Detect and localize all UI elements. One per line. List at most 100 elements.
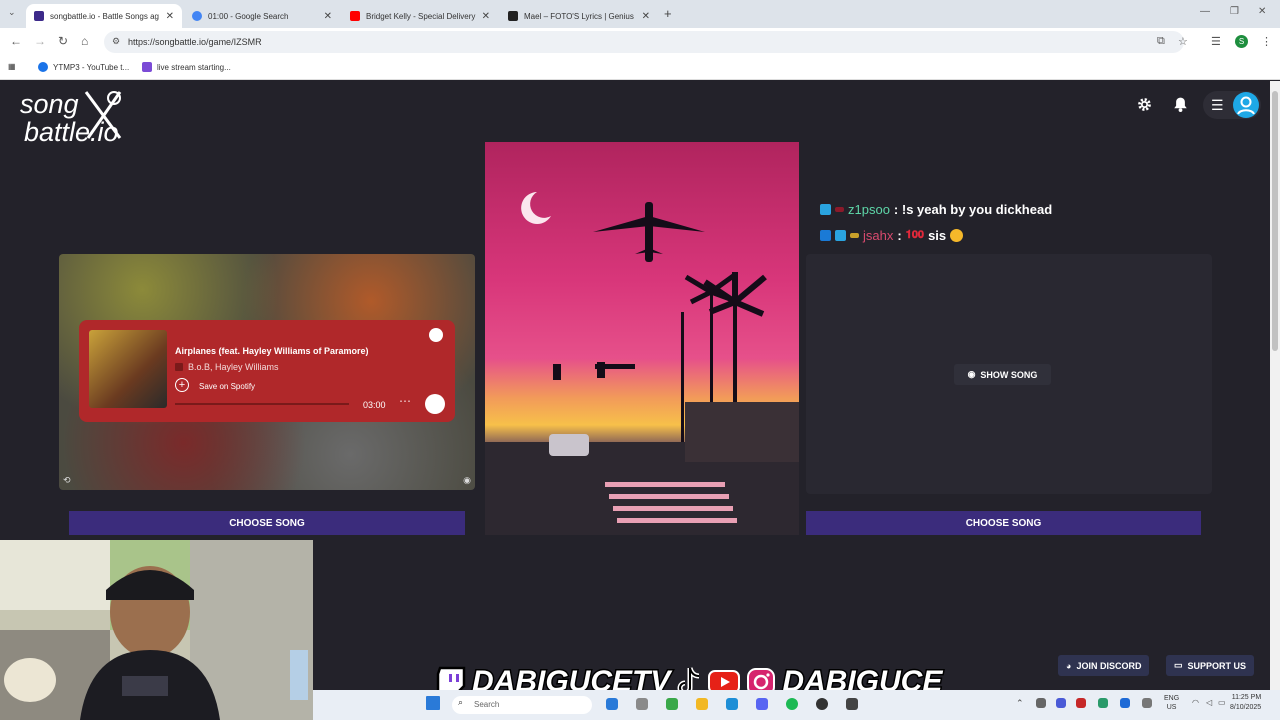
chat-username[interactable]: jsahx [863,228,893,243]
close-tab-icon[interactable]: ✕ [482,11,490,22]
bookmark-label: live stream starting... [157,62,231,72]
tab-genius[interactable]: Mael – FOTO'S Lyrics | Genius Ly ✕ [500,4,658,28]
folder-icon[interactable] [696,698,708,710]
taskbar-app-icon[interactable] [666,698,678,710]
tray-icon[interactable] [1142,698,1152,708]
install-app-icon[interactable]: ⧉ [1157,35,1165,48]
discord-app-icon[interactable] [756,698,768,710]
settings-gear-icon[interactable] [1136,96,1153,113]
tray-overflow-icon[interactable]: ⌃ [1016,698,1024,709]
close-window-icon[interactable]: ✕ [1258,6,1266,17]
hundred-emoji-icon: 𝟏𝟎𝟎 [905,229,925,241]
battery-icon[interactable]: ▭ [1218,698,1226,707]
songbattle-favicon-icon [34,11,44,21]
tab-title: Bridget Kelly - Special Delivery [366,11,476,21]
back-icon[interactable]: ← [10,34,22,48]
profile-avatar[interactable]: S [1235,35,1248,48]
support-us-button[interactable]: ▭ SUPPORT US [1166,655,1255,676]
live-stream-icon [142,62,152,72]
left-song-card: Airplanes (feat. Hayley Williams of Para… [59,254,475,490]
minimize-icon[interactable]: — [1200,6,1210,17]
track-title[interactable]: Airplanes (feat. Hayley Williams of Para… [175,346,369,356]
tray-icon[interactable] [1056,698,1066,708]
chat-badge-icon [820,230,831,241]
browser-menu-icon[interactable]: ⋮ [1261,35,1272,48]
notifications-bell-icon[interactable] [1173,96,1188,113]
taskbar-app-icon[interactable] [636,698,648,710]
chat-text: : !s yeah by you dickhead [893,202,1053,217]
site-info-icon[interactable]: ⚙ [112,36,120,47]
taskbar-search-placeholder: Search [474,700,500,709]
volume-icon[interactable]: ◁ [1206,698,1212,707]
spotify-app-icon[interactable] [786,698,798,710]
progress-bar[interactable] [175,403,349,405]
forward-icon[interactable]: → [34,34,46,48]
chat-badge-icon [850,233,859,238]
obs-icon[interactable] [816,698,828,710]
screen: ⌄ songbattle.io - Battle Songs ag ✕ 01:0… [0,0,1280,720]
bookmark-live-stream[interactable]: live stream starting... [142,62,231,72]
apps-grid-icon[interactable]: ▦ [8,62,16,71]
wifi-icon[interactable]: ◠ [1192,698,1199,707]
songbattle-logo[interactable]: song battle.io [20,90,122,146]
track-duration: 03:00 [363,400,386,410]
chat-username[interactable]: z1psoo [848,202,890,217]
hide-icon[interactable]: ◉ [463,475,471,486]
edge-icon[interactable] [726,698,738,710]
page-scrollbar[interactable] [1270,81,1280,720]
add-icon[interactable]: + [175,378,189,392]
home-icon[interactable]: ⌂ [81,34,88,48]
ytmp3-icon [38,62,48,72]
show-song-button[interactable]: ◉ SHOW SONG [954,364,1051,385]
tab-title: songbattle.io - Battle Songs ag [50,11,159,21]
tab-google-search[interactable]: 01:00 - Google Search ✕ [184,4,340,28]
tray-icon[interactable] [1076,698,1086,708]
hamburger-menu-icon[interactable]: ☰ [1211,97,1224,114]
new-tab-button[interactable]: + [664,6,672,21]
taskbar-search[interactable]: Search [452,696,592,714]
tray-icon[interactable] [1036,698,1046,708]
chat-text: : [897,228,902,243]
tab-songbattle[interactable]: songbattle.io - Battle Songs ag ✕ [26,4,182,28]
bookmark-ytmp3[interactable]: YTMP3 - YouTube t... [38,62,129,72]
chat-badge-icon [820,204,831,215]
refresh-icon[interactable]: ⟲ [63,475,71,486]
taskbar-clock[interactable]: 11:25 PM 8/10/2025 [1230,693,1261,713]
spotify-embed[interactable]: Airplanes (feat. Hayley Williams of Para… [79,320,455,422]
tab-search-icon[interactable]: ⌄ [8,7,16,18]
taskbar-app-icon[interactable] [606,698,618,710]
close-tab-icon[interactable]: ✕ [324,11,332,22]
tray-icon[interactable] [1098,698,1108,708]
join-discord-button[interactable]: ◕ JOIN DISCORD [1058,655,1150,676]
reading-list-icon[interactable]: ☰ [1211,35,1221,48]
play-button[interactable] [425,394,445,414]
maximize-icon[interactable]: ❐ [1230,6,1239,17]
scrollbar-thumb[interactable] [1272,91,1278,351]
user-menu-toggle[interactable]: ☰ [1203,91,1261,119]
album-art [89,330,167,408]
close-tab-icon[interactable]: ✕ [642,11,650,22]
tab-youtube[interactable]: Bridget Kelly - Special Delivery ✕ [342,4,498,28]
spotify-logo-icon[interactable] [429,328,443,342]
reload-icon[interactable]: ↻ [58,34,68,48]
address-bar[interactable]: ⚙ https://songbattle.io/game/IZSMR [104,31,1184,53]
user-avatar-icon[interactable] [1232,91,1260,119]
google-favicon-icon [192,11,202,21]
choose-song-left-button[interactable]: CHOOSE SONG [69,511,465,535]
keyboard-region: US [1166,704,1177,711]
clock-time: 11:25 PM [1231,694,1262,701]
bookmark-star-icon[interactable]: ☆ [1178,35,1188,48]
bluetooth-icon[interactable] [1120,698,1130,708]
chat-message: jsahx : 𝟏𝟎𝟎 sis [820,228,964,243]
bookmark-label: YTMP3 - YouTube t... [53,62,130,72]
search-icon: ⌕ [458,697,464,707]
track-artist[interactable]: B.o.B, Hayley Williams [188,362,279,372]
show-song-label: SHOW SONG [980,369,1038,380]
more-options-icon[interactable]: ⋯ [399,394,411,408]
save-on-spotify-button[interactable]: Save on Spotify [199,382,255,391]
taskbar-app-icon[interactable] [846,698,858,710]
language-indicator[interactable]: ENG US [1164,694,1179,712]
choose-song-right-button[interactable]: CHOOSE SONG [806,511,1201,535]
close-tab-icon[interactable]: ✕ [166,11,174,22]
windows-start-icon[interactable] [426,696,440,710]
